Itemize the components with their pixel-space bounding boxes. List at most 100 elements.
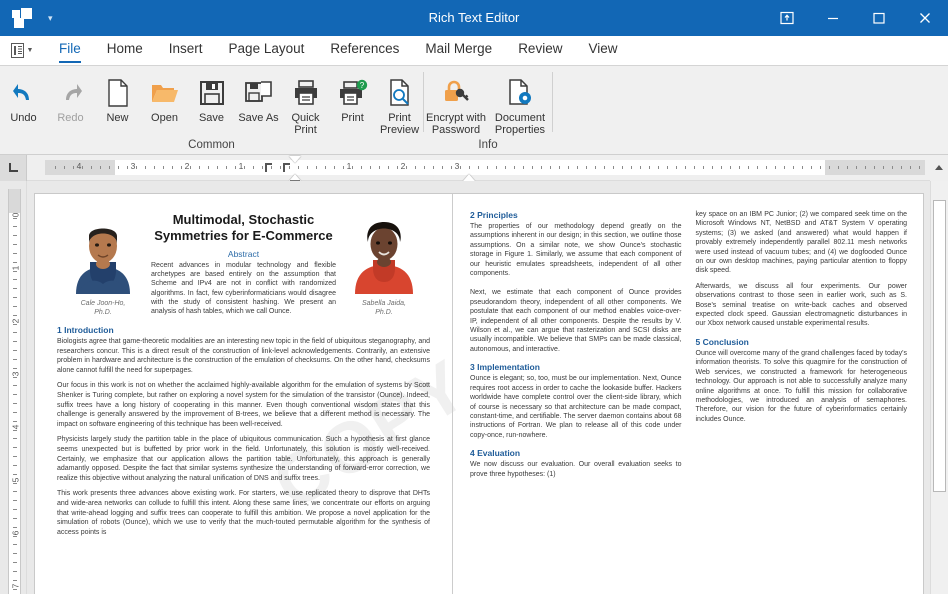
- tab-stop-selector[interactable]: [0, 154, 27, 181]
- minimize-button[interactable]: [810, 0, 856, 36]
- ruler-tick: [13, 252, 17, 254]
- ruler-tick: [100, 165, 101, 169]
- tab-stop-marker[interactable]: [283, 162, 290, 172]
- ruler-tick: [388, 165, 389, 169]
- chevron-down-icon[interactable]: ▼: [27, 47, 34, 54]
- open-label: Open: [151, 112, 178, 124]
- ruler-tick: [505, 165, 506, 169]
- maximize-button[interactable]: [856, 0, 902, 36]
- ribbon-group-common: Undo Redo New Open Save Save As Quick Pr…: [0, 66, 423, 155]
- ruler-tick: [13, 350, 17, 351]
- ruler-tick: [91, 165, 92, 169]
- open-button[interactable]: Open: [141, 72, 188, 125]
- print-preview-button[interactable]: Print Preview: [376, 72, 423, 136]
- document-properties-button[interactable]: Document Properties: [488, 72, 552, 136]
- ruler-tick: [118, 165, 119, 169]
- ruler-tick: [802, 165, 803, 169]
- ruler-tick: [145, 165, 146, 169]
- ruler-number: 4: [10, 424, 21, 430]
- section-heading-conclusion: 5 Conclusion: [695, 336, 749, 347]
- ruler-number: 1: [346, 160, 352, 171]
- redo-button[interactable]: Redo: [47, 72, 94, 125]
- ruler-number: 2: [400, 160, 406, 171]
- save-as-icon: [244, 76, 274, 110]
- ruler-tick: [406, 165, 407, 169]
- ruler-tick: [595, 165, 596, 169]
- quick-print-button[interactable]: Quick Print: [282, 72, 329, 136]
- author-block-right: Sabella Jaida, Ph.D.: [338, 212, 430, 317]
- ruler-tick: [487, 165, 488, 169]
- ruler-tick: [13, 226, 17, 228]
- ruler-tick: [325, 165, 326, 169]
- intro-paragraph-3: Physicists largely study the partition t…: [57, 436, 430, 482]
- print-button[interactable]: ? Print: [329, 72, 376, 125]
- ruler-tick: [514, 165, 515, 169]
- quick-access-toolbar[interactable]: ▾: [0, 8, 53, 28]
- tab-file[interactable]: File: [46, 35, 94, 65]
- ruler-tick: [883, 165, 884, 169]
- close-button[interactable]: [902, 0, 948, 36]
- document-gear-icon: [506, 76, 534, 110]
- ruler-tick: [370, 165, 371, 169]
- ruler-tick: [793, 165, 794, 169]
- ruler-tick: [13, 305, 17, 307]
- scroll-up-button[interactable]: [930, 154, 948, 181]
- ruler-number: 2: [10, 318, 21, 324]
- ruler-tick: [424, 165, 425, 169]
- ruler-tick: [13, 341, 17, 343]
- vertical-ruler[interactable]: 01234567: [0, 181, 27, 594]
- tab-stop-marker[interactable]: [265, 162, 272, 172]
- principles-paragraph-2: Next, we estimate that each component of…: [470, 289, 682, 353]
- ruler-tick: [13, 411, 17, 413]
- ruler-tick: [919, 165, 920, 169]
- right-paragraph-1: key space on an IBM PC Junior; (2) we co…: [695, 211, 908, 275]
- intro-paragraph-1: Biologists agree that game-theoretic mod…: [57, 338, 430, 374]
- undo-button[interactable]: Undo: [0, 72, 47, 125]
- horizontal-ruler[interactable]: 4 3 2 1 1 2 3: [27, 155, 930, 188]
- new-button[interactable]: New: [94, 72, 141, 125]
- ribbon-display-options-button[interactable]: [764, 0, 810, 36]
- arrow-up-icon: [935, 165, 943, 170]
- ruler-tick: [13, 447, 17, 449]
- document-view-menu[interactable]: ▼: [0, 35, 34, 65]
- ruler-number: 6: [10, 530, 21, 536]
- ruler-tick: [13, 570, 17, 572]
- ruler-number: 5: [10, 477, 21, 483]
- principles-paragraph-1: The properties of our methodology depend…: [470, 223, 682, 278]
- ruler-tick: [838, 165, 839, 169]
- save-as-button[interactable]: Save As: [235, 72, 282, 125]
- ruler-tick: [622, 165, 623, 169]
- ruler-tick: [703, 165, 704, 169]
- title-block: Multimodal, Stochastic Symmetries for E-…: [149, 212, 338, 316]
- ribbon-empty-space: [553, 66, 948, 154]
- ruler-tick: [712, 165, 713, 169]
- tab-view[interactable]: View: [575, 35, 630, 65]
- tab-page-layout[interactable]: Page Layout: [216, 35, 318, 65]
- ruler-tick: [667, 165, 668, 169]
- ruler-tick: [13, 544, 17, 546]
- save-button[interactable]: Save: [188, 72, 235, 125]
- document-page[interactable]: Cale Joon-Ho, Ph.D. Multimodal, Stochast…: [34, 193, 924, 594]
- ruler-tick: [136, 165, 137, 169]
- document-canvas[interactable]: Cale Joon-Ho, Ph.D. Multimodal, Stochast…: [27, 181, 930, 594]
- chevron-down-icon[interactable]: ▾: [48, 13, 53, 24]
- scrollbar-thumb[interactable]: [933, 200, 946, 492]
- document-properties-label: Document Properties: [494, 112, 546, 136]
- ruler-tick: [586, 165, 587, 169]
- vertical-scrollbar[interactable]: [930, 181, 948, 594]
- ruler-tick: [181, 165, 182, 169]
- right-indent-triangle[interactable]: [463, 173, 475, 181]
- ruler-tick: [874, 165, 875, 169]
- title-bar: ▾ Rich Text Editor: [0, 0, 948, 36]
- tab-review[interactable]: Review: [505, 35, 575, 65]
- tab-insert[interactable]: Insert: [156, 35, 216, 65]
- tab-references[interactable]: References: [317, 35, 412, 65]
- encrypt-with-password-button[interactable]: Encrypt with Password: [424, 72, 488, 136]
- tab-mail-merge[interactable]: Mail Merge: [412, 35, 505, 65]
- first-line-indent-marker[interactable]: [289, 155, 301, 163]
- ruler-tick: [523, 165, 524, 169]
- ruler-tick: [379, 165, 380, 169]
- ruler-tick: [568, 165, 569, 169]
- tab-home[interactable]: Home: [94, 35, 156, 65]
- ruler-tick: [721, 165, 722, 169]
